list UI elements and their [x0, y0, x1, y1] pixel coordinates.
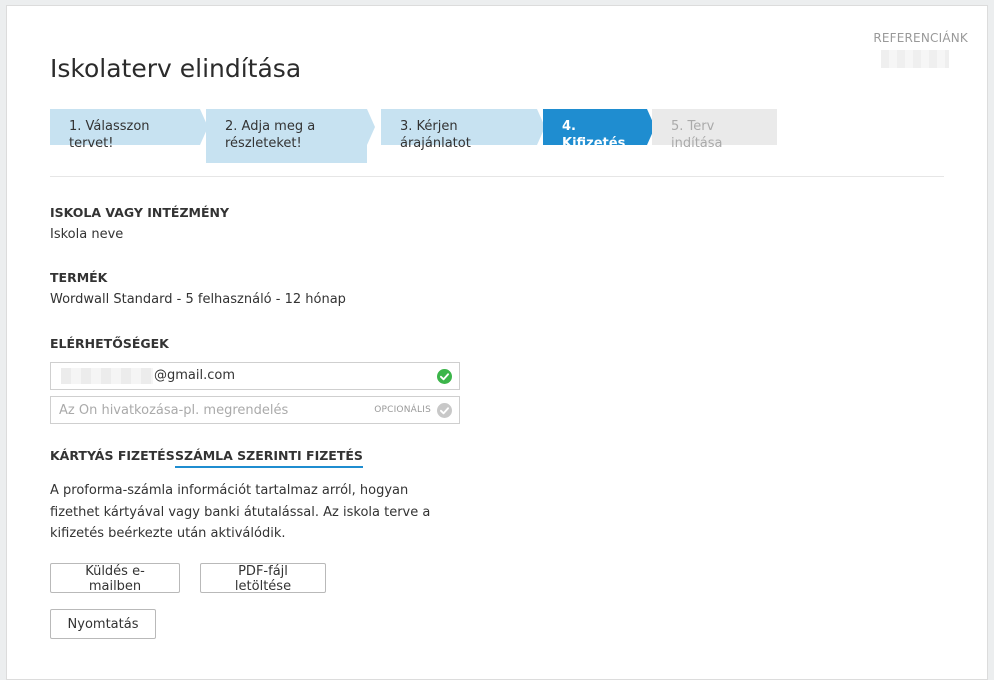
- email-field[interactable]: @gmail.com: [50, 362, 460, 390]
- main-card: REFERENCIÁNK Iskolaterv elindítása 1. Vá…: [6, 5, 988, 680]
- check-circle-icon: [437, 369, 452, 384]
- section-divider: [50, 176, 944, 177]
- tab-card-payment[interactable]: KÁRTYÁS FIZETÉS: [50, 448, 175, 466]
- tab-invoice-payment[interactable]: SZÁMLA SZERINTI FIZETÉS: [175, 448, 363, 468]
- contacts-label: ELÉRHETŐSÉGEK: [50, 336, 169, 351]
- reference-input[interactable]: [51, 397, 359, 423]
- step-arrow-icon: [367, 109, 375, 145]
- download-pdf-button[interactable]: PDF-fájl letöltése: [200, 563, 326, 594]
- step-label: 2. Adja meg a részleteket!: [225, 119, 316, 151]
- step-label: 1. Válasszon tervet!: [69, 119, 150, 151]
- print-button[interactable]: Nyomtatás: [50, 609, 156, 639]
- optional-label: OPCIONÁLIS: [374, 405, 431, 415]
- step-label: 3. Kérjen árajánlatot: [400, 119, 471, 151]
- step-payment[interactable]: 4. Kifizetés: [543, 109, 655, 151]
- check-circle-icon: [437, 403, 452, 418]
- product-value: Wordwall Standard - 5 felhasználó - 12 h…: [50, 292, 346, 307]
- email-redacted: [61, 368, 153, 384]
- step-label: 5. Terv indítása: [671, 119, 723, 151]
- send-email-button[interactable]: Küldés e-mailben: [50, 563, 180, 594]
- email-value: @gmail.com: [154, 368, 236, 383]
- invoice-info-text: A proforma-számla információt tartalmaz …: [50, 483, 431, 541]
- school-label: ISKOLA VAGY INTÉZMÉNY: [50, 205, 230, 220]
- step-request-quote[interactable]: 3. Kérjen árajánlatot: [381, 109, 545, 151]
- school-value: Iskola neve: [50, 227, 124, 242]
- page-title: Iskolaterv elindítása: [50, 54, 302, 83]
- reference-value-redacted: [881, 50, 949, 68]
- step-label: 4. Kifizetés: [562, 119, 626, 151]
- step-start-plan: 5. Terv indítása: [652, 109, 777, 151]
- product-label: TERMÉK: [50, 270, 108, 285]
- reference-field[interactable]: OPCIONÁLIS: [50, 396, 460, 424]
- step-enter-details[interactable]: 2. Adja meg a részleteket!: [206, 109, 375, 163]
- reference-label: REFERENCIÁNK: [873, 31, 968, 45]
- step-choose-plan[interactable]: 1. Válasszon tervet!: [50, 109, 208, 151]
